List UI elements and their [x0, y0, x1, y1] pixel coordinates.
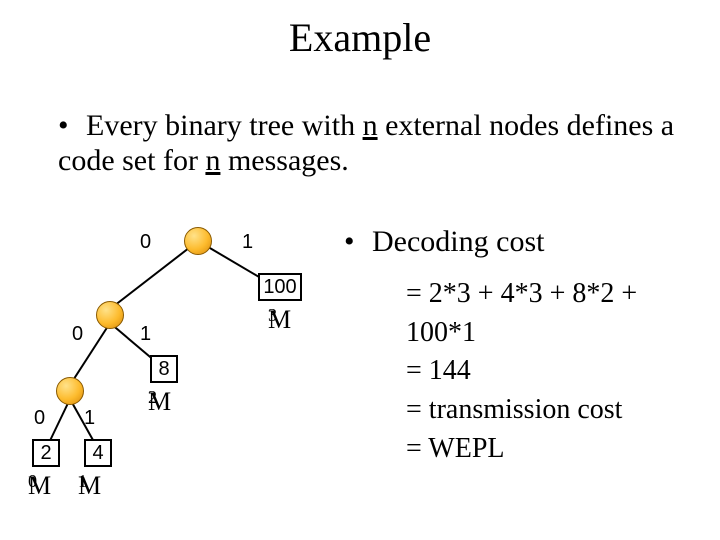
- edge-label: 1: [84, 407, 95, 430]
- bullet-n-2: n: [205, 144, 220, 177]
- tree-node-l3: [56, 377, 84, 405]
- main-bullet: •Every binary tree with n external nodes…: [58, 108, 688, 179]
- leaf-4: 4: [84, 439, 112, 467]
- cost-line-3: = transmission cost: [406, 391, 704, 430]
- cost-line-4: = WEPL: [406, 430, 704, 469]
- decoding-cost-head: •Decoding cost: [344, 225, 704, 259]
- bullet-text-pre: Every binary tree with: [86, 109, 363, 142]
- edge-label: 1: [242, 231, 253, 254]
- leaf-8: 8: [150, 355, 178, 383]
- binary-tree-diagram: 0 1 0 1 0 1 100 8 2 4 M3 M2 M0 M1: [28, 215, 338, 535]
- bullet-dot: •: [344, 225, 372, 259]
- decoding-cost-lines: = 2*3 + 4*3 + 8*2 + 100*1 = 144 = transm…: [406, 275, 704, 468]
- bullet-dot: •: [58, 108, 86, 143]
- edge-label: 0: [72, 323, 83, 346]
- slide: Example •Every binary tree with n extern…: [0, 0, 720, 540]
- cost-line-2: = 144: [406, 352, 704, 391]
- leaf-2: 2: [32, 439, 60, 467]
- edge-label: 0: [140, 231, 151, 254]
- edge-label: 0: [34, 407, 45, 430]
- tree-node-l2: [96, 301, 124, 329]
- cost-line-1: = 2*3 + 4*3 + 8*2 + 100*1: [406, 275, 704, 352]
- decoding-cost-label: Decoding cost: [372, 225, 544, 258]
- bullet-n-1: n: [363, 109, 378, 142]
- edge-label: 1: [140, 323, 151, 346]
- tree-node-root: [184, 227, 212, 255]
- leaf-100: 100: [258, 273, 302, 301]
- tree-edges: [28, 215, 338, 535]
- right-column: •Decoding cost = 2*3 + 4*3 + 8*2 + 100*1…: [344, 225, 704, 468]
- bullet-text-post: messages.: [220, 144, 348, 177]
- page-title: Example: [0, 14, 720, 61]
